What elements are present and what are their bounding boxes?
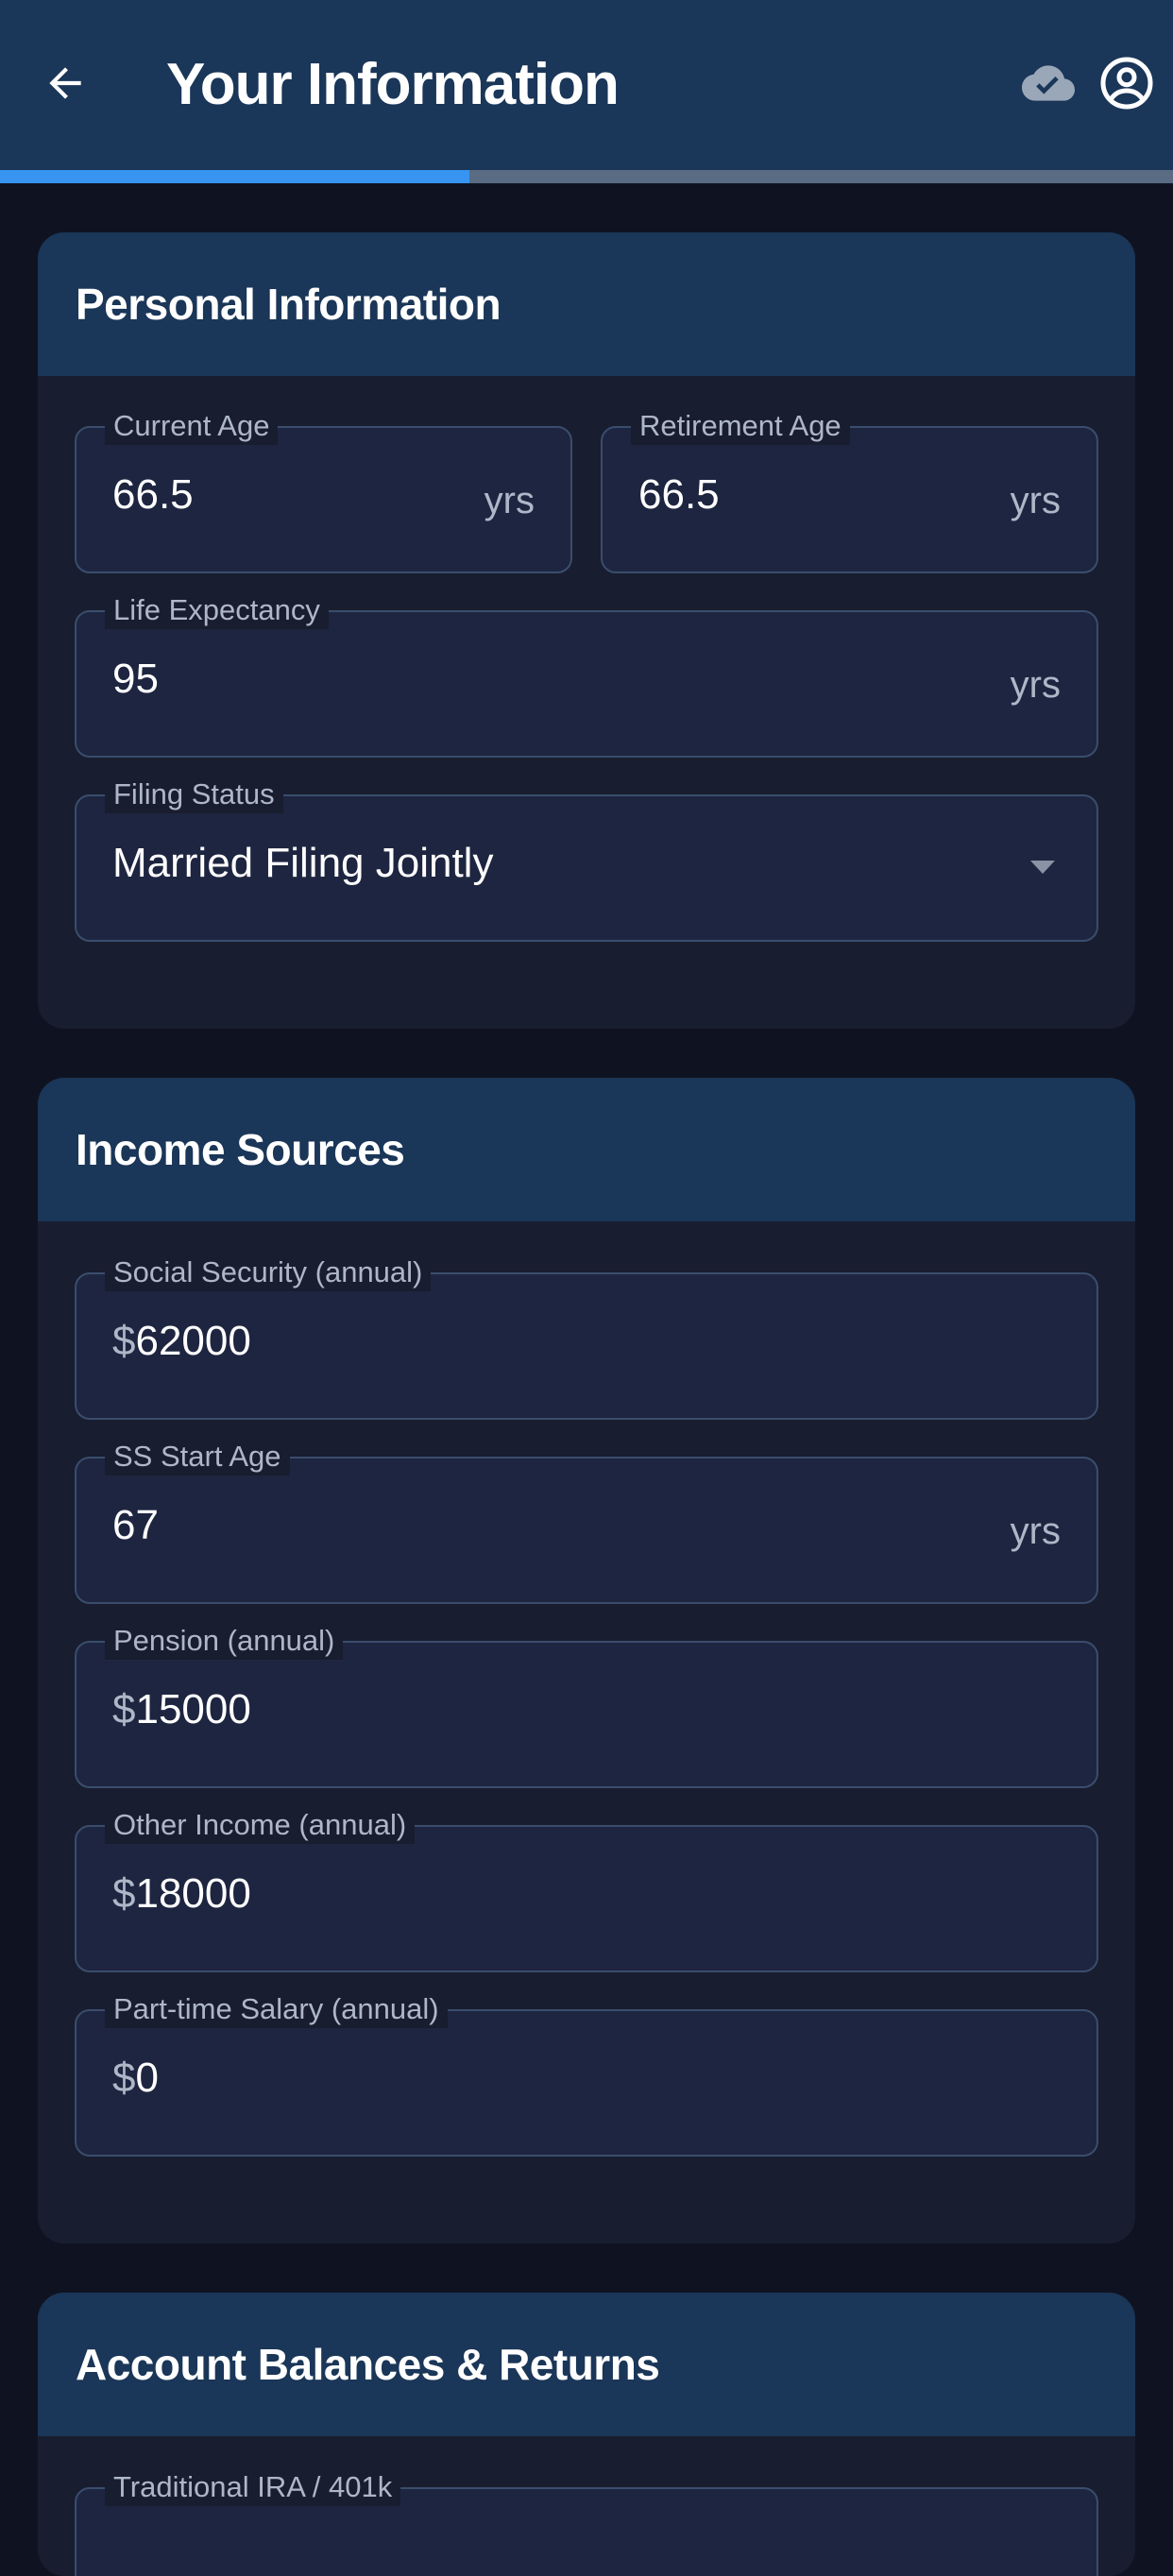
currency-prefix: $ xyxy=(112,1686,136,1732)
field-label: Part-time Salary (annual) xyxy=(105,1990,448,2028)
account-button[interactable] xyxy=(1094,49,1160,121)
arrow-back-icon xyxy=(42,60,89,111)
field-suffix: yrs xyxy=(1010,1510,1061,1552)
card-header: Income Sources xyxy=(38,1078,1135,1221)
field-suffix: yrs xyxy=(1010,664,1061,706)
ss-start-age-field[interactable]: SS Start Age 67 yrs xyxy=(75,1438,1098,1604)
currency-prefix: $ xyxy=(112,1870,136,1917)
sync-status-button[interactable] xyxy=(1015,52,1081,118)
field-value: 95 xyxy=(112,656,159,702)
current-age-field[interactable]: Current Age 66.5 yrs xyxy=(75,407,572,573)
field-value: $0 xyxy=(112,2055,159,2102)
field-value: 66.5 xyxy=(112,471,194,518)
progress-bar xyxy=(0,170,1173,183)
field-value: $62000 xyxy=(112,1318,251,1365)
value-text: 62000 xyxy=(135,1318,251,1364)
field-label: Social Security (annual) xyxy=(105,1254,432,1291)
page-title: Your Information xyxy=(166,52,620,117)
pension-field[interactable]: Pension (annual) $15000 xyxy=(75,1622,1098,1788)
field-label: Life Expectancy xyxy=(105,591,329,629)
other-income-field[interactable]: Other Income (annual) $18000 xyxy=(75,1806,1098,1972)
value-text: 18000 xyxy=(135,1870,251,1917)
dropdown-arrow-icon[interactable] xyxy=(1030,861,1055,874)
field-label: Traditional IRA / 401k xyxy=(105,2468,401,2506)
field-label: Filing Status xyxy=(105,776,283,813)
card-header: Personal Information xyxy=(38,232,1135,376)
part-time-salary-field[interactable]: Part-time Salary (annual) $0 xyxy=(75,1990,1098,2157)
app-bar: Your Information xyxy=(0,0,1173,170)
field-value: $18000 xyxy=(112,1870,251,1918)
value-text: 15000 xyxy=(135,1686,251,1732)
field-value: Married Filing Jointly xyxy=(112,840,494,886)
field-value: 67 xyxy=(112,1502,159,1548)
cloud-done-icon xyxy=(1022,57,1075,114)
account-circle-icon xyxy=(1098,55,1155,116)
field-label: SS Start Age xyxy=(105,1438,290,1476)
filing-status-select[interactable]: Filing Status Married Filing Jointly xyxy=(75,776,1098,942)
field-label: Pension (annual) xyxy=(105,1622,344,1660)
field-label: Other Income (annual) xyxy=(105,1806,416,1844)
field-label: Current Age xyxy=(105,407,279,445)
social-security-field[interactable]: Social Security (annual) $62000 xyxy=(75,1254,1098,1420)
traditional-ira-field[interactable]: Traditional IRA / 401k xyxy=(75,2468,1098,2576)
personal-information-card: Personal Information Current Age 66.5 yr… xyxy=(38,232,1135,1029)
back-button[interactable] xyxy=(28,43,102,128)
life-expectancy-field[interactable]: Life Expectancy 95 yrs xyxy=(75,591,1098,758)
progress-bar-fill xyxy=(0,170,469,183)
currency-prefix: $ xyxy=(112,1318,136,1364)
field-suffix: yrs xyxy=(484,480,535,521)
field-value: 66.5 xyxy=(638,471,720,518)
value-text: 0 xyxy=(135,2055,159,2101)
account-balances-card: Account Balances & Returns Traditional I… xyxy=(38,2293,1135,2576)
card-title: Income Sources xyxy=(76,1125,405,1174)
income-sources-card: Income Sources Social Security (annual) … xyxy=(38,1078,1135,2243)
card-title: Account Balances & Returns xyxy=(76,2340,660,2389)
retirement-age-field[interactable]: Retirement Age 66.5 yrs xyxy=(601,407,1098,573)
field-label: Retirement Age xyxy=(631,407,850,445)
field-suffix: yrs xyxy=(1010,480,1061,521)
field-value: $15000 xyxy=(112,1686,251,1733)
card-title: Personal Information xyxy=(76,280,502,329)
currency-prefix: $ xyxy=(112,2055,136,2101)
card-header: Account Balances & Returns xyxy=(38,2293,1135,2436)
